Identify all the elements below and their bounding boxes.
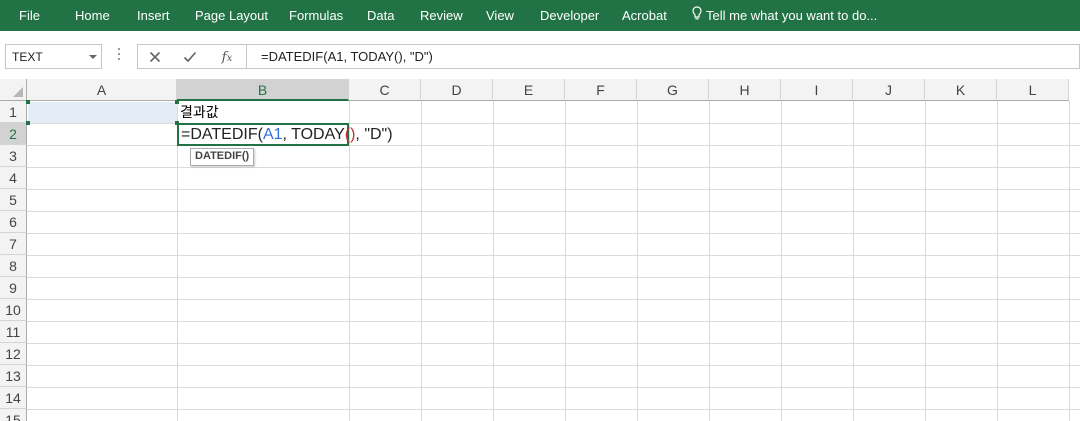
row-header-10[interactable]: 10	[0, 299, 27, 321]
tab-insert[interactable]: Insert	[137, 0, 170, 31]
lightbulb-icon	[692, 1, 702, 32]
gridline	[493, 101, 494, 421]
row-header-1[interactable]: 1	[0, 101, 27, 123]
gridline	[27, 409, 1080, 410]
chevron-down-icon[interactable]	[89, 55, 97, 59]
function-tooltip[interactable]: DATEDIF()	[190, 148, 255, 166]
gridline	[27, 211, 1080, 212]
tab-review[interactable]: Review	[420, 0, 463, 31]
cell-b2-formula[interactable]: =DATEDIF(A1, TODAY(), "D")	[181, 124, 393, 145]
row-header-8[interactable]: 8	[0, 255, 27, 277]
tell-me-search[interactable]: Tell me what you want to do...	[692, 0, 877, 31]
row-header-13[interactable]: 13	[0, 365, 27, 387]
row-header-5[interactable]: 5	[0, 189, 27, 211]
cell-a1[interactable]	[26, 100, 179, 125]
tab-file[interactable]: File	[19, 0, 40, 31]
formula-part: , TODAY	[282, 126, 345, 143]
tab-page-layout[interactable]: Page Layout	[195, 0, 268, 31]
column-header-j[interactable]: J	[853, 79, 925, 101]
column-header-g[interactable]: G	[637, 79, 709, 101]
row-header-6[interactable]: 6	[0, 211, 27, 233]
enter-button[interactable]	[175, 45, 205, 69]
row-header-9[interactable]: 9	[0, 277, 27, 299]
tab-view[interactable]: View	[486, 0, 514, 31]
tab-formulas[interactable]: Formulas	[289, 0, 343, 31]
row-header-3[interactable]: 3	[0, 145, 27, 167]
range-handle[interactable]	[175, 100, 179, 104]
tab-acrobat[interactable]: Acrobat	[622, 0, 667, 31]
check-icon	[183, 51, 197, 63]
range-handle[interactable]	[26, 100, 30, 104]
gridline	[27, 233, 1080, 234]
fx-icon: fx	[221, 49, 233, 65]
formula-part: =DATEDIF(	[181, 126, 263, 143]
column-header-b[interactable]: B	[177, 79, 349, 101]
formula-text: =DATEDIF(A1, TODAY(), "D")	[261, 49, 433, 64]
gridline	[421, 101, 422, 421]
insert-function-button[interactable]: fx	[212, 45, 242, 69]
range-handle[interactable]	[26, 121, 30, 125]
formula-bar: TEXT fx =DATEDIF(A1, TODAY(), "D")	[0, 31, 1080, 77]
row-header-7[interactable]: 7	[0, 233, 27, 255]
gridline	[27, 167, 1080, 168]
column-header-f[interactable]: F	[565, 79, 637, 101]
row-header-12[interactable]: 12	[0, 343, 27, 365]
gridline	[27, 277, 1080, 278]
cell-b1[interactable]: 결과값	[180, 102, 219, 122]
tab-home[interactable]: Home	[75, 0, 110, 31]
cancel-button[interactable]	[140, 45, 170, 69]
name-box[interactable]: TEXT	[5, 44, 102, 69]
gridline	[27, 343, 1080, 344]
formula-reference-a1: A1	[262, 126, 283, 143]
row-header-15[interactable]: 15	[0, 409, 27, 421]
gridline	[27, 321, 1080, 322]
gridline	[997, 101, 998, 421]
column-header-i[interactable]: I	[781, 79, 853, 101]
gridline	[177, 101, 178, 421]
gridline	[1069, 101, 1070, 421]
gridline	[27, 255, 1080, 256]
name-box-value: TEXT	[12, 50, 43, 64]
tab-developer[interactable]: Developer	[540, 0, 599, 31]
row-header-4[interactable]: 4	[0, 167, 27, 189]
worksheet-grid[interactable]: A B C D E F G H I J K L 1 2 3 4 5 6 7 8 …	[0, 79, 1080, 421]
gridline	[925, 101, 926, 421]
gridline	[349, 101, 350, 421]
gridline	[853, 101, 854, 421]
row-header-14[interactable]: 14	[0, 387, 27, 409]
close-icon	[149, 51, 161, 63]
formula-input[interactable]: =DATEDIF(A1, TODAY(), "D")	[246, 44, 1080, 69]
select-all-button[interactable]	[0, 79, 27, 101]
column-header-d[interactable]: D	[421, 79, 493, 101]
tell-me-label: Tell me what you want to do...	[706, 8, 878, 23]
formula-bar-grip-icon[interactable]	[117, 48, 121, 64]
row-header-2[interactable]: 2	[0, 123, 27, 145]
gridline	[27, 387, 1080, 388]
row-header-11[interactable]: 11	[0, 321, 27, 343]
formula-buttons: fx	[137, 44, 246, 69]
gridline	[781, 101, 782, 421]
tab-data[interactable]: Data	[367, 0, 394, 31]
gridline	[27, 365, 1080, 366]
column-header-l[interactable]: L	[997, 79, 1069, 101]
gridline	[565, 101, 566, 421]
column-header-h[interactable]: H	[709, 79, 781, 101]
gridline	[709, 101, 710, 421]
gridline	[27, 189, 1080, 190]
formula-part: , "D")	[355, 126, 393, 143]
column-header-c[interactable]: C	[349, 79, 421, 101]
ribbon-tab-bar: File Home Insert Page Layout Formulas Da…	[0, 0, 1080, 31]
formula-parentheses: ()	[344, 126, 356, 143]
gridline	[27, 299, 1080, 300]
column-header-a[interactable]: A	[27, 79, 177, 101]
column-header-e[interactable]: E	[493, 79, 565, 101]
column-header-k[interactable]: K	[925, 79, 997, 101]
gridline	[637, 101, 638, 421]
